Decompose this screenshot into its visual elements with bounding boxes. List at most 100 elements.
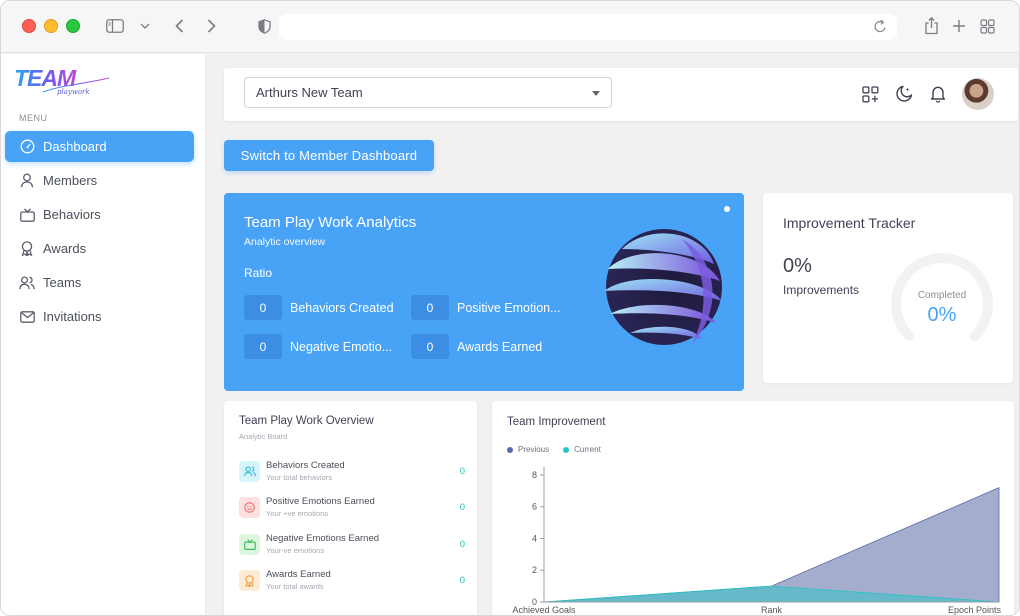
analytics-subtitle: Analytic overview bbox=[244, 236, 326, 248]
improvement-title: Team Improvement bbox=[507, 416, 606, 428]
completion-gauge: Completed 0% bbox=[887, 248, 997, 358]
privacy-shield-icon[interactable] bbox=[256, 15, 272, 37]
reload-icon[interactable] bbox=[873, 19, 887, 39]
y-tick-label: 4 bbox=[532, 533, 537, 543]
sidebar-item-teams[interactable]: Teams bbox=[5, 267, 194, 298]
bell-icon[interactable] bbox=[928, 84, 948, 104]
tv-icon bbox=[19, 207, 35, 223]
improvement-tracker-card: Improvement Tracker 0% Improvements Comp… bbox=[763, 193, 1013, 383]
sidebar: TEAM playwork MENU Dashboard Members Beh… bbox=[1, 54, 206, 615]
overview-item-name: Positive Emotions Earned bbox=[266, 496, 375, 507]
sidebar-toggle-icon[interactable] bbox=[104, 15, 126, 37]
sidebar-item-label: Members bbox=[43, 173, 98, 188]
award-icon bbox=[239, 570, 260, 591]
close-window-button[interactable] bbox=[22, 19, 36, 33]
overview-item-sub: Your +ve emotions bbox=[266, 509, 329, 518]
switch-to-member-dashboard-button[interactable]: Switch to Member Dashboard bbox=[224, 140, 434, 171]
forward-arrow-icon[interactable] bbox=[203, 15, 219, 37]
sidebar-item-invitations[interactable]: Invitations bbox=[5, 301, 194, 332]
overview-title: Team Play Work Overview bbox=[239, 415, 374, 427]
team-select-dropdown[interactable]: Arthurs New Team bbox=[244, 77, 612, 108]
stat-behaviors-created: 0 Behaviors Created bbox=[244, 295, 394, 320]
list-item: Positive Emotions Earned Your +ve emotio… bbox=[239, 496, 465, 520]
apps-add-icon[interactable] bbox=[860, 84, 880, 104]
sidebar-item-awards[interactable]: Awards bbox=[5, 233, 194, 264]
stat-positive-emotions: 0 Positive Emotion... bbox=[411, 295, 561, 320]
stat-value: 0 bbox=[411, 334, 449, 359]
gauge-label: Completed bbox=[917, 290, 967, 301]
overview-item-name: Awards Earned bbox=[266, 569, 331, 580]
overview-item-sub: Your total behaviors bbox=[266, 473, 333, 482]
list-item: Behaviors Created Your total behaviors 0 bbox=[239, 460, 465, 484]
menu-section-label: MENU bbox=[19, 113, 48, 123]
smile-icon bbox=[239, 497, 260, 518]
overview-item-name: Behaviors Created bbox=[266, 460, 345, 471]
overview-item-sub: Your total awards bbox=[266, 582, 324, 591]
tv-icon bbox=[239, 534, 260, 555]
team-analytics-card: Team Play Work Analytics Analytic overvi… bbox=[224, 193, 744, 391]
team-overview-card: Team Play Work Overview Analytic Board B… bbox=[224, 401, 477, 615]
analytics-title: Team Play Work Analytics bbox=[244, 214, 417, 231]
maximize-window-button[interactable] bbox=[66, 19, 80, 33]
logo-subtext: playwork bbox=[57, 88, 90, 96]
overview-item-value: 0 bbox=[459, 539, 465, 550]
overview-subtitle: Analytic Board bbox=[239, 432, 288, 441]
y-tick-label: 8 bbox=[532, 470, 537, 480]
legend-item-previous[interactable]: Previous bbox=[507, 445, 549, 454]
overview-item-sub: Your-ve emotions bbox=[266, 546, 325, 555]
browser-window: TEAM playwork MENU Dashboard Members Beh… bbox=[0, 0, 1020, 616]
overview-item-value: 0 bbox=[459, 466, 465, 477]
decorative-orb-illustration bbox=[604, 229, 722, 345]
main-content: Arthurs New Team Switch to Member Dashbo… bbox=[207, 54, 1019, 615]
sidebar-nav: Dashboard Members Behaviors Awards Teams… bbox=[5, 131, 194, 335]
improvement-label: Improvements bbox=[783, 283, 860, 297]
sidebar-item-label: Teams bbox=[43, 275, 82, 290]
team-improvement-area-chart: 02468Achieved Goals Rank Epoch Points bbox=[512, 467, 1001, 615]
stat-label: Negative Emotio... bbox=[290, 339, 393, 354]
list-item: Negative Emotions Earned Your-ve emotion… bbox=[239, 533, 465, 557]
sidebar-item-label: Invitations bbox=[43, 309, 102, 324]
chevron-down-icon[interactable] bbox=[139, 15, 151, 37]
x-tick-label: Rank bbox=[761, 605, 783, 615]
x-tick-label: Achieved Goals bbox=[512, 605, 576, 615]
browser-toolbar bbox=[1, 1, 1019, 53]
chevron-down-icon bbox=[592, 91, 600, 96]
minimize-window-button[interactable] bbox=[44, 19, 58, 33]
legend-swatch bbox=[563, 446, 570, 453]
stat-label: Behaviors Created bbox=[290, 300, 394, 315]
sidebar-item-members[interactable]: Members bbox=[5, 165, 194, 196]
tab-overview-icon[interactable] bbox=[978, 15, 996, 37]
overview-item-value: 0 bbox=[459, 502, 465, 513]
legend-label: Previous bbox=[518, 445, 550, 454]
y-tick-label: 6 bbox=[532, 502, 537, 512]
top-header: Arthurs New Team bbox=[224, 68, 1018, 121]
moon-icon[interactable] bbox=[894, 84, 914, 104]
avatar[interactable] bbox=[962, 78, 994, 110]
people-icon bbox=[19, 275, 35, 291]
chart-legend: Previous Current bbox=[507, 445, 601, 454]
new-tab-plus-icon[interactable] bbox=[950, 15, 968, 37]
team-select-value: Arthurs New Team bbox=[256, 85, 363, 100]
carousel-indicator[interactable] bbox=[724, 206, 730, 212]
sidebar-item-dashboard[interactable]: Dashboard bbox=[5, 131, 194, 162]
sidebar-item-behaviors[interactable]: Behaviors bbox=[5, 199, 194, 230]
legend-label: Current bbox=[574, 445, 601, 454]
back-arrow-icon[interactable] bbox=[171, 15, 187, 37]
people-icon bbox=[239, 461, 260, 482]
stat-value: 0 bbox=[244, 295, 282, 320]
legend-swatch bbox=[507, 446, 513, 453]
tracker-title: Improvement Tracker bbox=[783, 215, 916, 231]
stat-value: 0 bbox=[411, 295, 449, 320]
stat-label: Positive Emotion... bbox=[457, 300, 561, 315]
envelope-icon bbox=[19, 309, 35, 325]
series-area-previous bbox=[543, 487, 1000, 603]
legend-item-current[interactable]: Current bbox=[563, 445, 601, 454]
gauge-icon bbox=[19, 139, 35, 155]
overview-item-value: 0 bbox=[459, 575, 465, 586]
sidebar-item-label: Awards bbox=[43, 241, 87, 256]
y-tick-label: 2 bbox=[532, 565, 537, 575]
team-playwork-logo[interactable]: TEAM playwork bbox=[13, 64, 113, 102]
share-icon[interactable] bbox=[922, 15, 940, 37]
address-bar[interactable] bbox=[279, 14, 897, 40]
improvement-percent: 0% bbox=[783, 255, 812, 277]
